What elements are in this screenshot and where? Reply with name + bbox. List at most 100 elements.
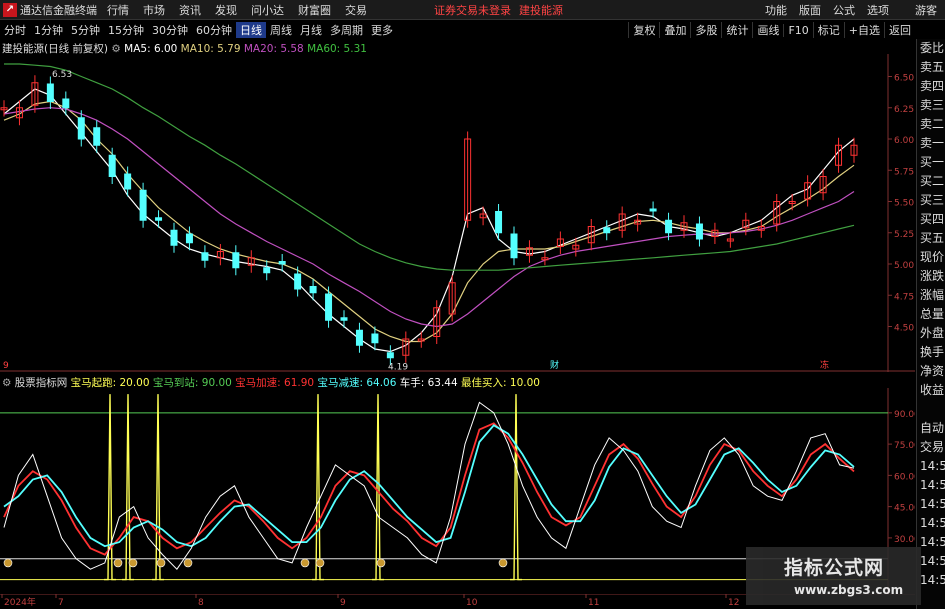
date-tick-label: 7 <box>58 598 64 608</box>
candle-body <box>62 98 70 109</box>
side-panel-item[interactable]: 买一 <box>917 153 945 172</box>
high-price-label: 6.53 <box>52 70 72 80</box>
side-panel-item[interactable]: 外盘 <box>917 324 945 343</box>
candle-body <box>170 229 178 246</box>
tool-multi-stock-button[interactable]: 多股 <box>690 22 721 38</box>
candlestick-chart[interactable]: 6.50 6.25 6.00 5.75 5.50 5.25 5.00 4.75 4.50 6.53… <box>0 54 915 372</box>
side-panel-item[interactable]: 总量 <box>917 305 945 324</box>
top-right-menu: 功能 版面 公式 选项 游客 <box>759 0 945 20</box>
candle-body <box>185 233 193 244</box>
menu-item-layout[interactable]: 版面 <box>793 2 827 18</box>
tool-add-watchlist-button[interactable]: +自选 <box>843 22 884 38</box>
price-tick-label: 6.50 <box>894 74 914 84</box>
tool-back-button[interactable]: 返回 <box>884 22 915 38</box>
side-panel-item[interactable]: 14:50 <box>917 571 945 590</box>
date-tick-label: 9 <box>340 598 346 608</box>
app-title: 通达信金融终端 <box>20 3 97 17</box>
side-panel-item[interactable]: 买三 <box>917 191 945 210</box>
side-panel-item[interactable]: 卖二 <box>917 115 945 134</box>
side-panel-item[interactable]: 14:50 <box>917 476 945 495</box>
tool-draw-button[interactable]: 画线 <box>752 22 783 38</box>
menu-item-markets[interactable]: 市场 <box>136 2 172 18</box>
menu-item-function[interactable]: 功能 <box>759 2 793 18</box>
side-panel-item[interactable]: 涨跌 <box>917 267 945 286</box>
period-tab-1min[interactable]: 1分钟 <box>30 22 67 38</box>
menu-item-wealth[interactable]: 财富圈 <box>291 2 338 18</box>
date-tick-label: 2024年 <box>4 596 36 608</box>
side-panel-item[interactable]: 卖四 <box>917 77 945 96</box>
side-panel-item[interactable]: 委比 <box>917 39 945 58</box>
side-panel-item[interactable]: 买二 <box>917 172 945 191</box>
menu-item-ask[interactable]: 问小达 <box>244 2 291 18</box>
side-panel-item[interactable]: 14:50 <box>917 457 945 476</box>
buy-coin-icon <box>300 558 310 568</box>
candle-body <box>309 286 317 294</box>
candle-body <box>294 273 302 290</box>
menu-item-trade[interactable]: 交易 <box>338 2 374 18</box>
candle-body <box>77 117 85 140</box>
top-menu-bar: ↗ 通达信金融终端 行情 市场 资讯 发现 问小达 财富圈 交易 证券交易未登录… <box>0 0 945 20</box>
event-marker: 9 <box>3 361 9 371</box>
candle-body <box>155 217 163 221</box>
indicator-tick-label: 75.00 <box>894 441 915 451</box>
menu-item-news[interactable]: 资讯 <box>172 2 208 18</box>
candle-body <box>108 154 116 177</box>
tool-mark-button[interactable]: 标记 <box>812 22 844 38</box>
login-warning[interactable]: 证券交易未登录 <box>434 2 511 18</box>
candle-body <box>340 317 348 321</box>
side-panel-item[interactable]: 净资 <box>917 362 945 381</box>
candle-body <box>603 227 611 234</box>
period-tab-5min[interactable]: 5分钟 <box>67 22 104 38</box>
price-tick-label: 5.25 <box>894 230 914 240</box>
candle-body <box>665 219 673 234</box>
period-tab-30min[interactable]: 30分钟 <box>148 22 192 38</box>
side-panel-item[interactable]: 自动 <box>917 419 945 438</box>
side-panel-item[interactable]: 涨幅 <box>917 286 945 305</box>
logo-icon: ↗ <box>3 2 17 17</box>
tool-adjust-button[interactable]: 复权 <box>628 22 659 38</box>
side-panel-item[interactable]: 14:50 <box>917 552 945 571</box>
buy-signal-spike <box>122 394 134 581</box>
buy-coin-icon <box>376 558 386 568</box>
buy-coin-icon <box>498 558 508 568</box>
side-panel-item[interactable]: 买五 <box>917 229 945 248</box>
period-tab-15min[interactable]: 15分钟 <box>104 22 148 38</box>
period-tab-intraday[interactable]: 分时 <box>0 22 30 38</box>
watermark-url: www.zbgs3.com <box>794 583 904 597</box>
side-panel-item[interactable]: 交易 <box>917 438 945 457</box>
side-panel-item[interactable]: 卖一 <box>917 134 945 153</box>
candle-body <box>355 329 363 346</box>
menu-item-options[interactable]: 选项 <box>861 2 895 18</box>
tool-f10-button[interactable]: F10 <box>783 23 812 37</box>
side-panel-item[interactable]: 收益 <box>917 381 945 400</box>
period-tab-weekly[interactable]: 周线 <box>266 22 296 38</box>
period-tab-monthly[interactable]: 月线 <box>296 22 326 38</box>
period-tab-daily[interactable]: 日线 <box>236 22 266 38</box>
period-tab-60min[interactable]: 60分钟 <box>192 22 236 38</box>
price-tick-label: 4.50 <box>894 324 914 334</box>
tool-stats-button[interactable]: 统计 <box>721 22 752 38</box>
side-panel-item[interactable]: 买四 <box>917 210 945 229</box>
period-tab-multi[interactable]: 多周期 <box>326 22 367 38</box>
menu-item-market[interactable]: 行情 <box>100 2 136 18</box>
quote-side-panel: 委比 卖五 卖四 卖三 卖二 卖一 买一 买二 买三 买四 买五 现价 涨跌 涨幅 总量 外盘 换手 净资 收益自动… <box>916 39 945 609</box>
side-panel-item[interactable]: 卖三 <box>917 96 945 115</box>
buy-coin-icon <box>3 558 13 568</box>
buy-coin-icon <box>183 558 193 568</box>
menu-item-discover[interactable]: 发现 <box>208 2 244 18</box>
price-tick-label: 4.75 <box>894 292 914 302</box>
period-tab-more[interactable]: 更多 <box>367 22 397 38</box>
side-panel-item[interactable]: 14:50 <box>917 514 945 533</box>
side-panel-item[interactable]: 现价 <box>917 248 945 267</box>
side-panel-item[interactable]: 卖五 <box>917 58 945 77</box>
candle-body <box>278 261 286 265</box>
candle-body <box>124 173 132 190</box>
side-panel-item[interactable]: 14:50 <box>917 495 945 514</box>
candle-body <box>263 267 271 274</box>
app-logo: ↗ 通达信金融终端 <box>0 0 100 20</box>
guest-login-button[interactable]: 游客 <box>909 2 943 18</box>
side-panel-item[interactable]: 换手 <box>917 343 945 362</box>
side-panel-item[interactable]: 14:50 <box>917 533 945 552</box>
tool-overlay-button[interactable]: 叠加 <box>659 22 690 38</box>
menu-item-formula[interactable]: 公式 <box>827 2 861 18</box>
